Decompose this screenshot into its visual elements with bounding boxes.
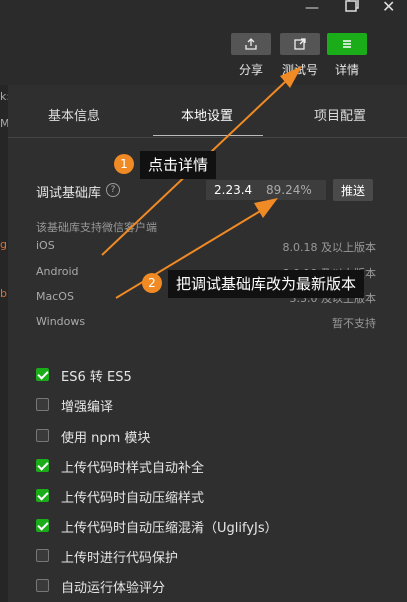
- step-callout-2: 把调试基础库改为最新版本: [168, 270, 365, 298]
- annotation-arrows: [101, 66, 302, 299]
- step-badge-1: 1: [114, 154, 134, 174]
- arrow-head-2: [254, 198, 278, 218]
- step-callout-1: 点击详情: [140, 151, 217, 179]
- step-badge-2: 2: [142, 273, 162, 293]
